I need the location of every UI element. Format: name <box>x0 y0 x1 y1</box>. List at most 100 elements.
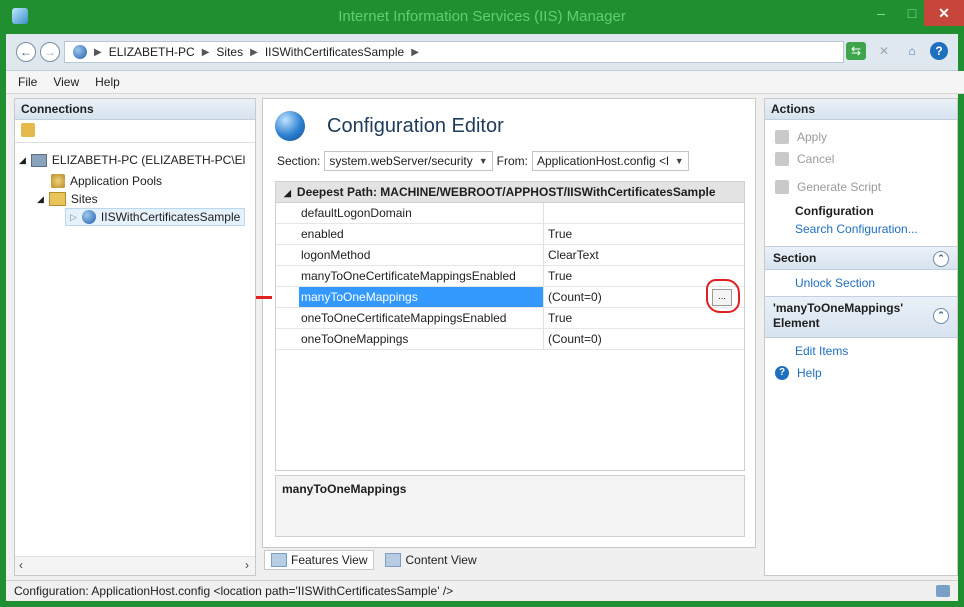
collapse-chevron-icon[interactable]: ⌃ <box>933 308 949 324</box>
action-label: Cancel <box>797 152 835 166</box>
table-row[interactable]: oneToOneMappings (Count=0) <box>276 329 744 350</box>
breadcrumb-chevron-icon: ▶ <box>94 46 102 58</box>
section-select[interactable]: system.webServer/security ▼ <box>324 151 493 171</box>
tree-node-sites[interactable]: ◢ Sites <box>37 192 98 206</box>
table-row-selected[interactable]: manyToOneMappings (Count=0) ... <box>256 279 744 313</box>
connections-toolbar <box>15 120 255 143</box>
property-value[interactable] <box>546 203 747 223</box>
unlock-section-link[interactable]: Unlock Section <box>765 270 957 294</box>
globe-icon <box>73 45 87 59</box>
section-select-value: system.webServer/security <box>329 154 473 168</box>
tree-node-app-pools[interactable]: Application Pools <box>51 174 162 188</box>
configuration-editor-pane: Configuration Editor Section: system.web… <box>256 98 756 548</box>
generate-script-action[interactable]: Generate Script <box>765 176 957 198</box>
property-name: defaultLogonDomain <box>299 203 544 223</box>
tree-node-server[interactable]: ◢ ELIZABETH-PC (ELIZABETH-PC\El <box>19 153 245 167</box>
search-configuration-link[interactable]: Search Configuration... <box>765 222 957 240</box>
menu-file[interactable]: File <box>18 75 37 89</box>
from-select[interactable]: ApplicationHost.config <l ▼ <box>532 151 689 171</box>
scroll-right-icon[interactable]: › <box>245 558 249 572</box>
apply-action[interactable]: Apply <box>765 126 957 148</box>
table-row[interactable]: manyToOneCertificateMappingsEnabled True <box>276 266 744 287</box>
edit-items-link[interactable]: Edit Items <box>765 338 957 362</box>
property-name: oneToOneMappings <box>299 329 544 349</box>
property-description: manyToOneMappings <box>275 475 745 537</box>
connections-tree: ◢ ELIZABETH-PC (ELIZABETH-PC\El Applicat… <box>15 143 255 533</box>
annotation-marker <box>256 296 272 299</box>
connections-hscrollbar[interactable]: ‹ › <box>15 556 255 575</box>
sites-folder-icon <box>48 192 66 206</box>
menu-view[interactable]: View <box>53 75 79 89</box>
close-button[interactable]: ✕ <box>924 0 964 26</box>
configuration-editor-globe-icon <box>275 111 305 141</box>
tree-node-label: Sites <box>70 192 98 206</box>
menu-help[interactable]: Help <box>95 75 120 89</box>
breadcrumb[interactable]: ▶ ELIZABETH-PC ▶ Sites ▶ IISWithCertific… <box>64 41 844 63</box>
action-label: Help <box>797 366 822 380</box>
stop-icon[interactable]: ✕ <box>874 42 894 60</box>
tab-label: Content View <box>405 553 477 567</box>
actions-header: Actions <box>765 99 957 120</box>
create-connection-icon[interactable] <box>21 123 35 137</box>
collapse-arrow-icon[interactable]: ◢ <box>284 188 291 198</box>
section-group-header[interactable]: Section ⌃ <box>765 246 957 270</box>
features-view-icon <box>271 553 287 567</box>
configuration-heading: Configuration <box>795 204 874 218</box>
home-icon[interactable]: ⌂ <box>902 42 922 60</box>
collapse-arrow-icon[interactable]: ◢ <box>19 155 26 166</box>
from-select-value: ApplicationHost.config <l <box>537 154 669 168</box>
page-title: Configuration Editor <box>327 115 504 137</box>
iis-manager-window: Internet Information Services (IIS) Mana… <box>0 0 964 607</box>
property-value[interactable]: True <box>546 224 747 244</box>
connections-pane: Connections ◢ ELIZABETH-PC (ELIZABETH-PC… <box>14 98 256 576</box>
action-label: Generate Script <box>797 180 882 194</box>
cancel-action[interactable]: Cancel <box>765 148 957 170</box>
website-globe-icon <box>81 210 96 224</box>
scroll-left-icon[interactable]: ‹ <box>19 558 23 572</box>
help-action[interactable]: ? Help <box>765 362 957 384</box>
connect-icon[interactable]: ⇆ <box>846 42 866 60</box>
collapse-chevron-icon[interactable]: ⌃ <box>933 251 949 267</box>
breadcrumb-site[interactable]: IISWithCertificatesSample <box>265 45 404 59</box>
tab-content-view[interactable]: Content View <box>378 550 483 570</box>
table-row[interactable]: logonMethod ClearText <box>276 245 744 266</box>
property-value[interactable]: True <box>546 308 747 328</box>
table-row[interactable]: enabled True <box>276 224 744 245</box>
collapse-arrow-icon[interactable]: ◢ <box>37 194 44 205</box>
element-group-header[interactable]: 'manyToOneMappings' Element ⌃ <box>765 296 957 338</box>
grid-deepest-path-header[interactable]: ◢ Deepest Path: MACHINE/WEBROOT/APPHOST/I… <box>276 182 744 203</box>
network-status-icon <box>936 585 950 597</box>
connections-header: Connections <box>15 99 255 120</box>
property-name: oneToOneCertificateMappingsEnabled <box>299 308 544 328</box>
cancel-icon <box>775 152 789 166</box>
menu-bar: File View Help <box>6 71 964 94</box>
title-bar[interactable]: Internet Information Services (IIS) Mana… <box>6 0 964 34</box>
back-button[interactable]: ← <box>16 42 36 62</box>
property-value[interactable]: ClearText <box>546 245 747 265</box>
status-bar: Configuration: ApplicationHost.config <l… <box>6 580 958 601</box>
table-row[interactable]: defaultLogonDomain <box>276 203 744 224</box>
actions-pane: Actions Apply Cancel Generate Script Con… <box>764 98 958 576</box>
tree-node-site[interactable]: ▷ IISWithCertificatesSample <box>65 208 246 226</box>
dropdown-arrow-icon[interactable]: ▼ <box>479 156 488 166</box>
expand-arrow-icon[interactable]: ▷ <box>70 212 77 223</box>
section-group-title: Section <box>773 251 817 265</box>
forward-button[interactable]: → <box>40 42 60 62</box>
property-grid: ◢ Deepest Path: MACHINE/WEBROOT/APPHOST/I… <box>256 181 745 471</box>
breadcrumb-chevron-icon: ▶ <box>250 46 258 58</box>
dropdown-arrow-icon[interactable]: ▼ <box>675 156 684 166</box>
breadcrumb-server[interactable]: ELIZABETH-PC <box>109 45 195 59</box>
section-row: Section: system.webServer/security ▼ Fro… <box>277 151 689 171</box>
tree-node-label: Application Pools <box>70 174 163 188</box>
tab-features-view[interactable]: Features View <box>264 550 375 570</box>
breadcrumb-sites[interactable]: Sites <box>216 45 243 59</box>
tab-label: Features View <box>291 553 368 567</box>
property-value[interactable]: (Count=0) <box>546 329 747 349</box>
minimize-button[interactable]: – <box>868 0 894 26</box>
tree-node-label: ELIZABETH-PC (ELIZABETH-PC\El <box>51 153 246 167</box>
server-icon <box>30 153 47 167</box>
table-row[interactable]: oneToOneCertificateMappingsEnabled True <box>276 308 744 329</box>
help-icon[interactable]: ? <box>930 42 948 60</box>
maximize-button[interactable]: □ <box>899 0 925 26</box>
property-name: logonMethod <box>299 245 544 265</box>
